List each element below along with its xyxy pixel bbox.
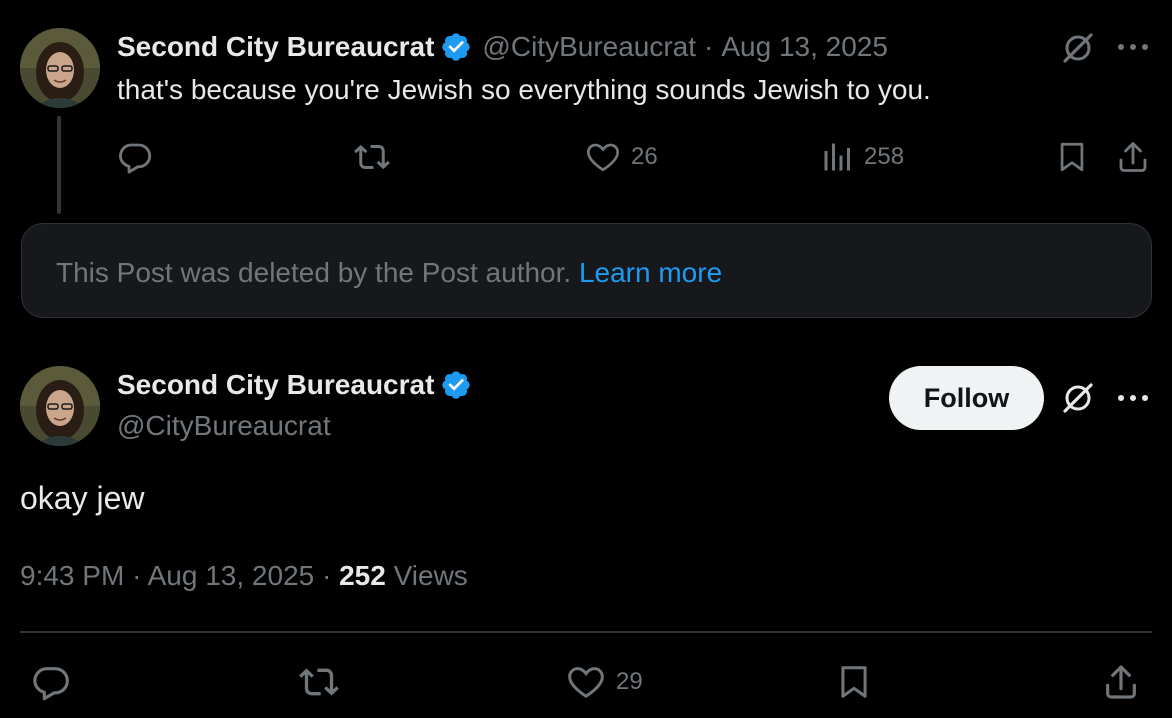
- bookmark-button[interactable]: [1055, 139, 1089, 175]
- share-button[interactable]: [1101, 662, 1141, 702]
- bookmark-button[interactable]: [835, 662, 873, 702]
- post-metadata: 9:43 PM · Aug 13, 2025 · 252 Views: [20, 560, 468, 592]
- parent-post-header: Second City Bureaucrat @CityBureaucrat ·…: [117, 31, 888, 63]
- reply-button[interactable]: [31, 662, 71, 702]
- avatar-image: [20, 366, 100, 446]
- views-icon: [824, 143, 850, 171]
- parent-avatar[interactable]: [20, 28, 100, 108]
- grok-icon[interactable]: [1060, 30, 1096, 66]
- author-handle[interactable]: @CityBureaucrat: [117, 410, 331, 442]
- like-count: 26: [631, 143, 658, 170]
- repost-icon: [299, 668, 339, 696]
- author-handle[interactable]: @CityBureaucrat: [482, 31, 696, 63]
- like-count: 29: [616, 668, 643, 695]
- verified-badge-icon[interactable]: [440, 369, 472, 401]
- deleted-notice-text: This Post was deleted by the Post author…: [56, 257, 722, 289]
- bookmark-icon: [1060, 142, 1084, 172]
- verified-badge-icon[interactable]: [440, 31, 472, 63]
- tweet-thread: Second City Bureaucrat @CityBureaucrat ·…: [0, 0, 1172, 718]
- heart-icon: [568, 667, 604, 698]
- reply-button[interactable]: [117, 139, 153, 175]
- heart-icon: [586, 143, 620, 172]
- main-post-header: Second City Bureaucrat: [117, 369, 472, 401]
- deleted-post-notice: This Post was deleted by the Post author…: [21, 223, 1152, 318]
- deleted-message: This Post was deleted by the Post author…: [56, 257, 572, 288]
- main-avatar[interactable]: [20, 366, 100, 446]
- repost-button[interactable]: [297, 662, 341, 702]
- more-icon[interactable]: [1116, 391, 1150, 405]
- view-count: 258: [864, 143, 905, 170]
- author-name[interactable]: Second City Bureaucrat: [117, 369, 434, 401]
- like-button[interactable]: 26: [585, 139, 658, 175]
- share-button[interactable]: [1115, 139, 1151, 175]
- separator-dot: ·: [322, 560, 332, 591]
- more-icon[interactable]: [1116, 40, 1150, 54]
- post-date[interactable]: Aug 13, 2025: [148, 560, 315, 591]
- repost-icon: [354, 144, 390, 170]
- post-date[interactable]: Aug 13, 2025: [721, 31, 888, 63]
- parent-post-text: that's because you're Jewish so everythi…: [117, 74, 931, 105]
- avatar-image: [20, 28, 100, 108]
- author-name[interactable]: Second City Bureaucrat: [117, 31, 434, 63]
- reply-icon: [119, 143, 152, 174]
- post-time[interactable]: 9:43 PM: [20, 560, 124, 591]
- share-icon: [1106, 665, 1136, 699]
- bookmark-icon: [841, 666, 867, 698]
- separator-dot: ·: [704, 31, 714, 62]
- repost-button[interactable]: [353, 139, 391, 175]
- share-icon: [1119, 142, 1147, 172]
- grok-icon[interactable]: [1060, 380, 1096, 416]
- views-count[interactable]: 252: [339, 560, 386, 591]
- thread-connector-line: [57, 116, 61, 214]
- learn-more-link[interactable]: Learn more: [579, 257, 722, 288]
- like-button[interactable]: 29: [566, 662, 643, 702]
- reply-icon: [33, 667, 69, 701]
- views-label: Views: [393, 560, 468, 591]
- divider: [20, 631, 1152, 633]
- follow-button[interactable]: Follow: [889, 366, 1044, 430]
- separator-dot: ·: [132, 560, 142, 591]
- views-button[interactable]: 258: [820, 139, 904, 175]
- main-post-text: okay jew: [20, 480, 145, 516]
